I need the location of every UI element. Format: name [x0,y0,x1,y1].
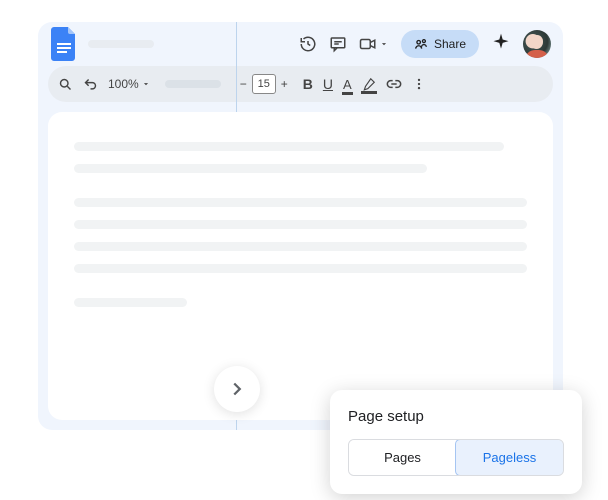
video-icon[interactable] [359,35,389,53]
fontsize-input[interactable]: 15 [252,74,276,94]
bold-button[interactable]: B [303,76,313,92]
page-setup-popup: Page setup Pages Pageless [330,390,582,494]
share-label: Share [434,37,466,51]
header: Share [38,22,563,66]
docs-logo[interactable] [50,26,78,62]
fontsize-decrease[interactable]: − [235,77,252,91]
text-line [74,264,527,273]
undo-icon[interactable] [83,77,98,92]
text-line [74,220,527,229]
comment-icon[interactable] [329,35,347,53]
document-canvas[interactable] [48,112,553,420]
share-button[interactable]: Share [401,30,479,58]
text-line [74,142,504,151]
popup-title: Page setup [348,408,564,425]
more-button[interactable] [412,77,426,91]
text-line [74,164,427,173]
link-button[interactable] [386,76,402,92]
history-icon[interactable] [299,35,317,53]
sparkle-icon[interactable] [491,32,511,57]
avatar[interactable] [523,30,551,58]
zoom-value: 100% [108,77,139,91]
font-family-placeholder[interactable] [165,80,221,88]
textcolor-button[interactable]: A [343,77,352,92]
zoom-selector[interactable]: 100% [108,77,151,91]
text-line [74,242,527,251]
text-line [74,198,527,207]
highlight-button[interactable] [362,77,376,91]
pages-option[interactable]: Pages [349,440,456,475]
search-icon[interactable] [58,77,73,92]
expand-fab[interactable] [214,366,260,412]
docs-window: Share 100% − 15 [38,22,563,430]
fontsize-increase[interactable]: + [276,77,293,91]
underline-button[interactable]: U [323,76,333,92]
page-mode-segmented: Pages Pageless [348,439,564,476]
pageless-option[interactable]: Pageless [455,439,564,476]
text-line [74,298,187,307]
toolbar: 100% − 15 + B U A [48,66,553,102]
doc-title-placeholder[interactable] [88,40,154,48]
